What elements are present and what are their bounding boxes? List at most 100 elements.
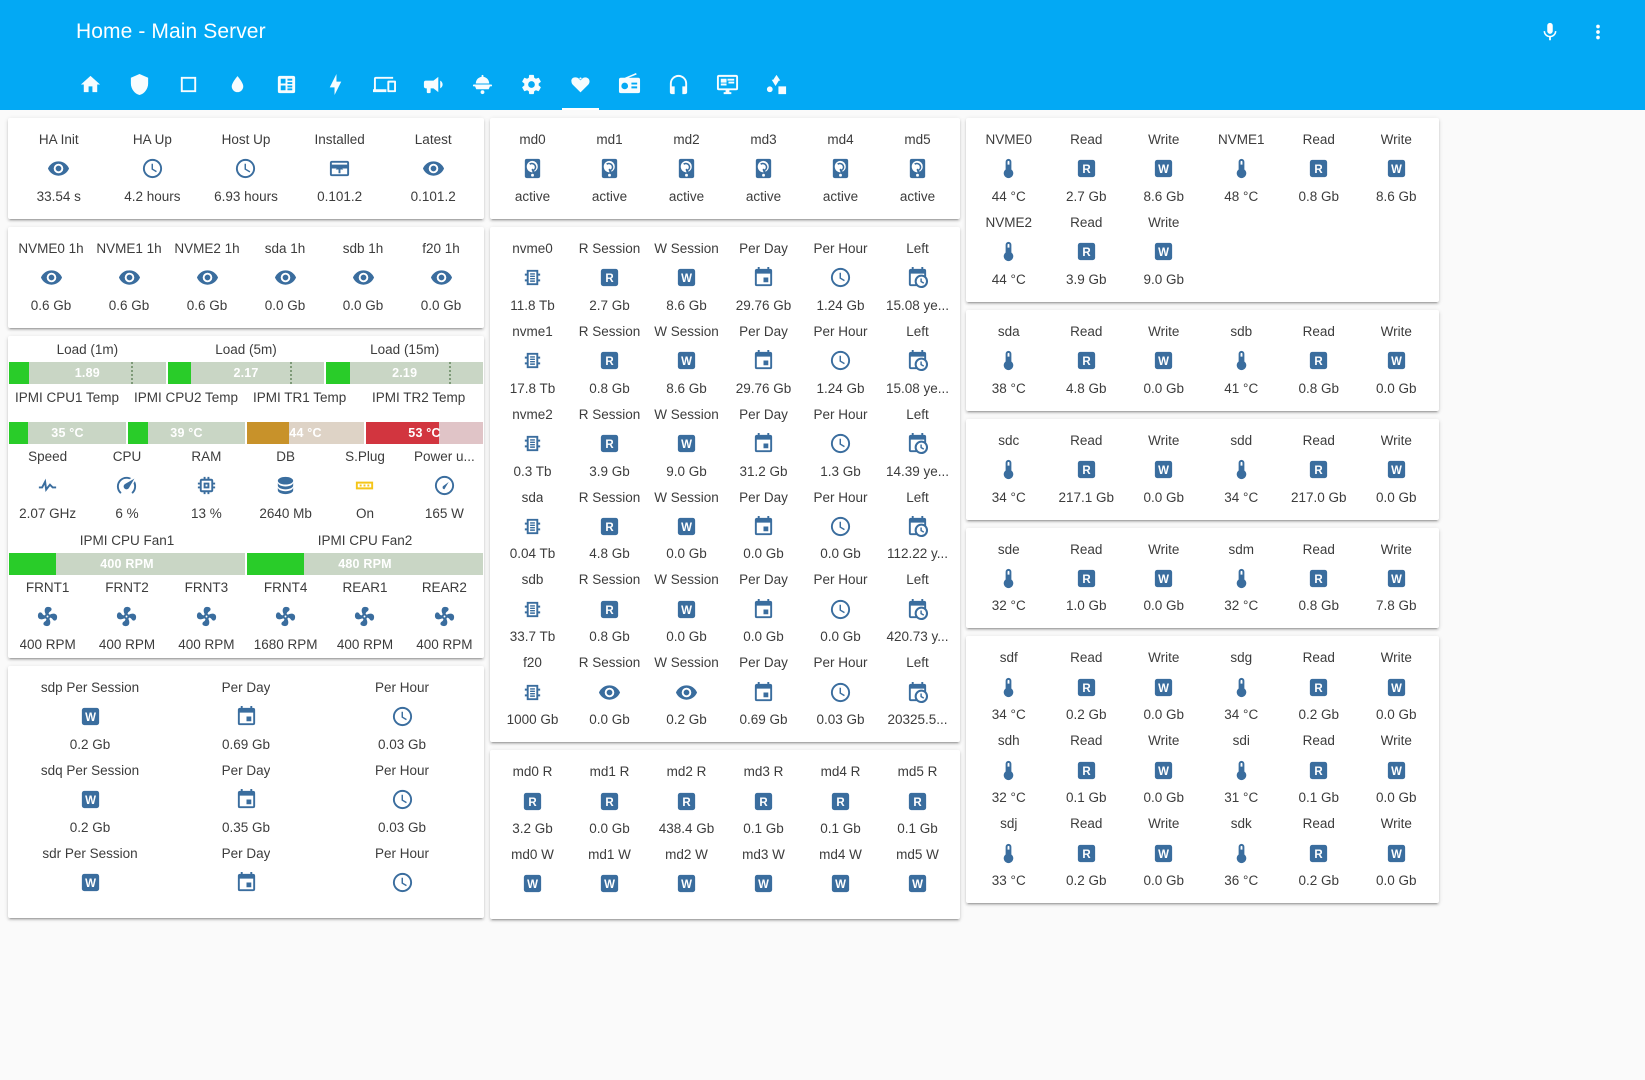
- glance-item[interactable]: md0 W W: [494, 842, 571, 910]
- glance-item[interactable]: Write W 0.0 Gb: [1125, 537, 1203, 620]
- glance-item[interactable]: S.Plug On: [325, 444, 404, 527]
- glance-item[interactable]: nvme2 0.3 Tb: [494, 402, 571, 485]
- glance-item[interactable]: sda 38 °C: [970, 319, 1048, 402]
- glance-item[interactable]: md1 R R 0.0 Gb: [571, 759, 648, 842]
- bar-gauge[interactable]: Load (5m) 2.17: [167, 336, 326, 384]
- glance-item[interactable]: DB 2640 Mb: [246, 444, 325, 527]
- bar-gauge[interactable]: IPMI CPU2 Temp 39 °C: [127, 384, 246, 444]
- glance-item[interactable]: md5 R R 0.1 Gb: [879, 759, 956, 842]
- glance-item[interactable]: Per Day 0.0 Gb: [725, 567, 802, 650]
- bar-gauge[interactable]: IPMI TR1 Temp 44 °C: [246, 384, 365, 444]
- tab-monitor-dashboard[interactable]: [703, 64, 752, 110]
- bar-gauge[interactable]: IPMI CPU Fan1 400 RPM: [8, 527, 246, 575]
- glance-item[interactable]: md3 R R 0.1 Gb: [725, 759, 802, 842]
- glance-item[interactable]: sdc 34 °C: [970, 428, 1048, 511]
- glance-item[interactable]: Write W 8.6 Gb: [1358, 127, 1436, 210]
- glance-item[interactable]: NVME1 1h 0.6 Gb: [90, 236, 168, 319]
- tab-shapes[interactable]: [752, 64, 801, 110]
- glance-item[interactable]: NVME2 44 °C: [970, 210, 1048, 293]
- tab-broadcast[interactable]: [409, 64, 458, 110]
- glance-item[interactable]: Write W 0.0 Gb: [1125, 428, 1203, 511]
- glance-item[interactable]: sdb 33.7 Tb: [494, 567, 571, 650]
- glance-item[interactable]: Per Day 0.69 Gb: [725, 650, 802, 733]
- glance-item[interactable]: R Session R 4.8 Gb: [571, 485, 648, 568]
- glance-item[interactable]: sdb 41 °C: [1203, 319, 1281, 402]
- glance-item[interactable]: Per Day 29.76 Gb: [725, 236, 802, 319]
- glance-item[interactable]: Left 112.22 y...: [879, 485, 956, 568]
- glance-item[interactable]: f20 1000 Gb: [494, 650, 571, 733]
- glance-item[interactable]: NVME1 48 °C: [1203, 127, 1281, 210]
- bar-gauge[interactable]: IPMI CPU Fan2 480 RPM: [246, 527, 484, 575]
- bar-gauge[interactable]: IPMI TR2 Temp 53 °C: [365, 384, 484, 444]
- tab-settings[interactable]: [507, 64, 556, 110]
- glance-item[interactable]: FRNT1 400 RPM: [8, 575, 87, 658]
- glance-item[interactable]: sdk 36 °C: [1203, 811, 1281, 894]
- glance-item[interactable]: Read R 217.0 Gb: [1280, 428, 1358, 511]
- glance-item[interactable]: Per Day 29.76 Gb: [725, 319, 802, 402]
- glance-item[interactable]: Write W 0.0 Gb: [1358, 645, 1436, 728]
- glance-item[interactable]: Left 420.73 y...: [879, 567, 956, 650]
- glance-item[interactable]: md3 W W: [725, 842, 802, 910]
- glance-item[interactable]: Read R 4.8 Gb: [1048, 319, 1126, 402]
- glance-item[interactable]: HA Up 4.2 hours: [106, 127, 200, 210]
- glance-item[interactable]: Read R 0.1 Gb: [1048, 728, 1126, 811]
- glance-item[interactable]: HA Init 33.54 s: [12, 127, 106, 210]
- tab-shield[interactable]: [115, 64, 164, 110]
- glance-item[interactable]: Per Day 0.69 Gb: [168, 675, 324, 758]
- glance-item[interactable]: R Session R 2.7 Gb: [571, 236, 648, 319]
- glance-item[interactable]: sdg 34 °C: [1203, 645, 1281, 728]
- glance-item[interactable]: FRNT4 1680 RPM: [246, 575, 325, 658]
- glance-item[interactable]: Left 14.39 ye...: [879, 402, 956, 485]
- glance-item[interactable]: sdb 1h 0.0 Gb: [324, 236, 402, 319]
- glance-item[interactable]: REAR1 400 RPM: [325, 575, 404, 658]
- tab-calendar-grid[interactable]: [262, 64, 311, 110]
- glance-item[interactable]: md5 W W: [879, 842, 956, 910]
- glance-item[interactable]: Read R 0.2 Gb: [1280, 811, 1358, 894]
- assist-microphone-icon[interactable]: [1537, 19, 1563, 45]
- glance-item[interactable]: md3 active: [725, 127, 802, 210]
- glance-item[interactable]: Write W 0.0 Gb: [1358, 811, 1436, 894]
- glance-item[interactable]: md2 R R 438.4 Gb: [648, 759, 725, 842]
- glance-item[interactable]: sdf 34 °C: [970, 645, 1048, 728]
- bar-gauge[interactable]: Load (1m) 1.89: [8, 336, 167, 384]
- glance-item[interactable]: f20 1h 0.0 Gb: [402, 236, 480, 319]
- glance-item[interactable]: W Session W 0.0 Gb: [648, 567, 725, 650]
- bar-gauge[interactable]: Load (15m) 2.19: [325, 336, 484, 384]
- glance-item[interactable]: sdq Per Session W 0.2 Gb: [12, 758, 168, 841]
- glance-item[interactable]: Write W 0.0 Gb: [1125, 319, 1203, 402]
- glance-item[interactable]: md4 active: [802, 127, 879, 210]
- glance-item[interactable]: FRNT3 400 RPM: [167, 575, 246, 658]
- glance-item[interactable]: Per Hour 0.0 Gb: [802, 485, 879, 568]
- tab-devices[interactable]: [360, 64, 409, 110]
- glance-item[interactable]: Read R 0.1 Gb: [1280, 728, 1358, 811]
- glance-item[interactable]: Read R 3.9 Gb: [1048, 210, 1126, 293]
- glance-item[interactable]: md0 R R 3.2 Gb: [494, 759, 571, 842]
- glance-item[interactable]: Read R 2.7 Gb: [1048, 127, 1126, 210]
- glance-item[interactable]: Per Day 0.35 Gb: [168, 758, 324, 841]
- glance-item[interactable]: sdh 32 °C: [970, 728, 1048, 811]
- glance-item[interactable]: W Session 0.2 Gb: [648, 650, 725, 733]
- glance-item[interactable]: nvme1 17.8 Tb: [494, 319, 571, 402]
- glance-item[interactable]: Per Day 0.0 Gb: [725, 485, 802, 568]
- glance-item[interactable]: W Session W 8.6 Gb: [648, 236, 725, 319]
- glance-item[interactable]: W Session W 9.0 Gb: [648, 402, 725, 485]
- glance-item[interactable]: md5 active: [879, 127, 956, 210]
- tab-home[interactable]: [66, 64, 115, 110]
- glance-item[interactable]: Write W 0.0 Gb: [1358, 319, 1436, 402]
- glance-item[interactable]: sdm 32 °C: [1203, 537, 1281, 620]
- tab-water[interactable]: [213, 64, 262, 110]
- glance-item[interactable]: Read R 0.8 Gb: [1280, 127, 1358, 210]
- glance-item[interactable]: R Session R 3.9 Gb: [571, 402, 648, 485]
- glance-item[interactable]: Write W 0.0 Gb: [1125, 811, 1203, 894]
- tab-square[interactable]: [164, 64, 213, 110]
- glance-item[interactable]: Read R 0.8 Gb: [1280, 319, 1358, 402]
- glance-item[interactable]: Write W 8.6 Gb: [1125, 127, 1203, 210]
- tab-lightning[interactable]: [311, 64, 360, 110]
- glance-item[interactable]: W Session W 8.6 Gb: [648, 319, 725, 402]
- view-tabbar[interactable]: [0, 64, 1645, 110]
- glance-item[interactable]: Left 15.08 ye...: [879, 236, 956, 319]
- glance-item[interactable]: Per Day 31.2 Gb: [725, 402, 802, 485]
- glance-item[interactable]: sda 0.04 Tb: [494, 485, 571, 568]
- tab-lamp[interactable]: [458, 64, 507, 110]
- glance-item[interactable]: Read R 217.1 Gb: [1048, 428, 1126, 511]
